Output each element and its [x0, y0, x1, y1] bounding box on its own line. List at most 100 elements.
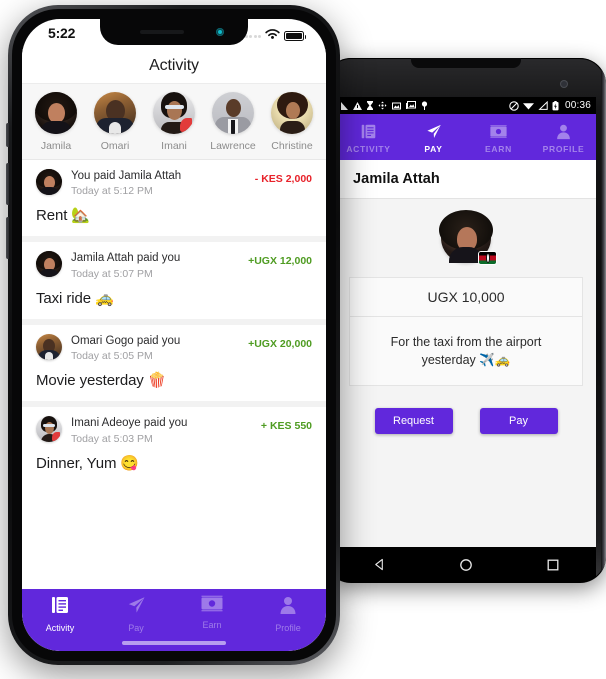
tab-activity-label: Activity: [45, 623, 75, 633]
contact-omari[interactable]: Omari: [87, 92, 143, 152]
transaction-note: Dinner, Yum 😋: [36, 454, 139, 472]
transaction-meta: Imani Adeoye paid you Today at 5:03 PM: [71, 416, 261, 444]
iphone-status-right-icons: [244, 27, 306, 45]
iphone-screen: 5:22 Activity Jamila Omari Imani Lawrenc…: [22, 19, 326, 651]
android-payee-avatar-wrap: [349, 199, 583, 277]
paper-plane-icon: [126, 595, 146, 620]
home-circle-icon[interactable]: [459, 558, 473, 577]
android-tab-activity-label: ACTIVITY: [346, 144, 391, 154]
contact-label: Imani: [161, 140, 187, 152]
contact-label: Lawrence: [210, 140, 256, 152]
transaction-header: Imani Adeoye paid you Today at 5:03 PM +…: [36, 416, 312, 445]
back-triangle-icon[interactable]: [373, 558, 386, 576]
contact-lawrence[interactable]: Lawrence: [205, 92, 261, 152]
transaction-row[interactable]: You paid Jamila Attah Today at 5:12 PM -…: [22, 160, 326, 237]
contact-imani[interactable]: Imani: [146, 92, 202, 152]
transaction-amount: - KES 2,000: [254, 173, 312, 185]
iphone-clock: 5:22: [48, 25, 76, 41]
transaction-time: Today at 5:12 PM: [71, 185, 153, 198]
contacts-strip: Jamila Omari Imani Lawrence Christine: [22, 83, 326, 160]
activity-feed: You paid Jamila Attah Today at 5:12 PM -…: [22, 160, 326, 484]
transaction-time: Today at 5:07 PM: [71, 267, 153, 280]
android-status-bar: 00:36: [336, 97, 596, 114]
transaction-amount: + KES 550: [260, 420, 312, 433]
person-icon: [555, 123, 572, 140]
photo-frame-icon: [406, 101, 416, 110]
transaction-note: Taxi ride 🚕: [36, 289, 114, 307]
front-camera-icon: [216, 28, 224, 36]
pay-button[interactable]: Pay: [479, 408, 558, 434]
transaction-row[interactable]: Omari Gogo paid you Today at 5:05 PM +UG…: [22, 318, 326, 402]
iphone-notch: [100, 19, 248, 45]
activity-list-icon: [50, 595, 70, 620]
wifi-icon: [522, 101, 534, 110]
android-tab-profile[interactable]: PROFILE: [531, 123, 596, 160]
avatar-jamila: [36, 251, 62, 278]
android-status-left-icons: [341, 101, 509, 110]
request-button[interactable]: Request: [374, 408, 453, 434]
android-tab-earn[interactable]: EARN: [466, 123, 531, 160]
tab-activity[interactable]: Activity: [22, 595, 98, 633]
transaction-title: Jamila Attah paid you: [71, 252, 181, 265]
cell-signal-icon: [538, 101, 548, 110]
avatar-imani: [36, 416, 62, 443]
transaction-title: You paid Jamila Attah: [71, 170, 182, 182]
transaction-time: Today at 5:05 PM: [71, 350, 153, 363]
android-pay-form: UGX 10,000 For the taxi from the airport…: [336, 199, 596, 548]
earpiece-speaker: [140, 30, 184, 34]
avatar-jamila: [35, 92, 77, 134]
transaction-header: Omari Gogo paid you Today at 5:05 PM +UG…: [36, 333, 312, 362]
android-tab-pay[interactable]: PAY: [401, 123, 466, 160]
avatar-jamila: [439, 210, 496, 264]
battery-icon: [284, 31, 306, 41]
tab-profile[interactable]: Profile: [250, 595, 326, 633]
iphone-volume-up-button[interactable]: [6, 163, 9, 205]
contact-christine[interactable]: Christine: [264, 92, 320, 152]
android-clock: 00:36: [564, 100, 591, 111]
money-bill-icon: [490, 123, 507, 140]
paper-plane-icon: [425, 123, 442, 140]
transaction-header: You paid Jamila Attah Today at 5:12 PM -…: [36, 169, 312, 197]
avatar-imani: [153, 92, 195, 134]
android-tab-profile-label: PROFILE: [542, 144, 585, 154]
android-tab-activity[interactable]: ACTIVITY: [336, 123, 401, 160]
transaction-meta: Omari Gogo paid you Today at 5:05 PM: [71, 334, 248, 362]
transaction-row[interactable]: Jamila Attah paid you Today at 5:07 PM +…: [22, 236, 326, 319]
signal-triangle-icon: [341, 101, 348, 110]
tab-earn[interactable]: Earn: [174, 595, 250, 630]
kenya-flag-badge: [479, 252, 496, 264]
transaction-header: Jamila Attah paid you Today at 5:07 PM +…: [36, 251, 312, 280]
contact-label: Jamila: [40, 140, 72, 152]
transaction-amount: +UGX 20,000: [248, 337, 312, 350]
android-front-camera-icon: [561, 81, 567, 87]
android-tab-pay-label: PAY: [424, 144, 443, 154]
home-indicator[interactable]: [122, 641, 226, 645]
android-note-field[interactable]: For the taxi from the airport yesterday …: [350, 317, 582, 385]
transaction-row[interactable]: Imani Adeoye paid you Today at 5:03 PM +…: [22, 401, 326, 484]
screenshot-stage: 00:36 ACTIVITY PAY EARN PROFILE Jamila A…: [0, 0, 606, 679]
tab-profile-label: Profile: [275, 623, 301, 633]
android-earpiece: [411, 58, 521, 68]
battery-icon: [552, 100, 559, 111]
contact-label: Omari: [100, 140, 130, 152]
signal-dots-icon: [244, 34, 261, 38]
transaction-note: Rent 🏡: [36, 207, 90, 225]
transaction-amount: +UGX 12,000: [248, 255, 312, 268]
money-bill-icon: [201, 595, 223, 617]
android-amount-field[interactable]: UGX 10,000: [350, 278, 582, 317]
iphone-mute-switch[interactable]: [6, 123, 9, 147]
android-tab-earn-label: EARN: [485, 144, 512, 154]
android-status-right-icons: 00:36: [509, 100, 591, 111]
warning-triangle-icon: [353, 101, 362, 110]
avatar-lawrence: [212, 92, 254, 134]
recents-square-icon[interactable]: [547, 558, 559, 576]
image-icon: [392, 102, 401, 110]
tab-pay[interactable]: Pay: [98, 595, 174, 633]
contact-jamila[interactable]: Jamila: [28, 92, 84, 152]
iphone-volume-down-button[interactable]: [6, 217, 9, 259]
avatar-omari: [94, 92, 136, 134]
do-not-disturb-icon: [509, 100, 519, 111]
transaction-note: Movie yesterday 🍿: [36, 372, 167, 390]
iphone-tab-bar: Activity Pay Earn Profile: [22, 589, 326, 651]
avatar-jamila: [36, 169, 62, 195]
